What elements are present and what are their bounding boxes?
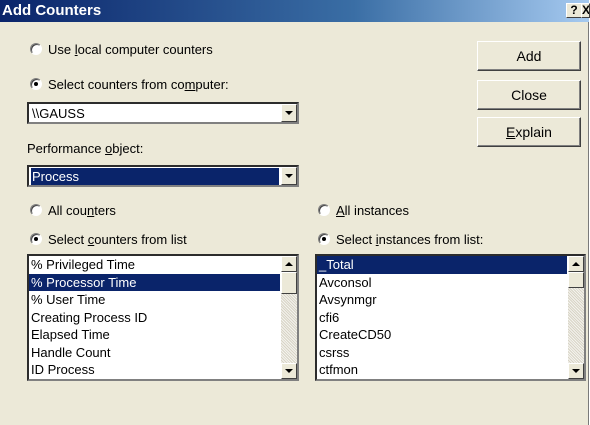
instances-list-item[interactable]: cfi6: [317, 309, 567, 327]
counters-scroll-down-button[interactable]: [281, 363, 297, 379]
performance-object-label: Performance object:: [27, 141, 144, 156]
instances-list-item[interactable]: ctfmon: [317, 361, 567, 379]
use-local-computer-option[interactable]: Use local computer counters: [30, 40, 213, 58]
counters-list-item[interactable]: % Privileged Time: [29, 256, 280, 274]
counters-list-item[interactable]: Handle Count: [29, 344, 280, 362]
select-instances-option[interactable]: Select instances from list:: [318, 230, 483, 248]
instances-list-item[interactable]: Avconsol: [317, 274, 567, 292]
title-bar: Add Counters ? X: [0, 0, 590, 22]
computer-combobox[interactable]: \\GAUSS: [27, 102, 299, 124]
counters-list-item[interactable]: Creating Process ID: [29, 309, 280, 327]
instances-scroll-up-button[interactable]: [568, 256, 584, 272]
instances-listbox[interactable]: _Total Avconsol Avsynmgr cfi6 CreateCD50 csrs…: [315, 254, 586, 381]
arrow-up-icon: [285, 262, 293, 266]
chevron-down-icon: [285, 111, 293, 115]
instances-items: _Total Avconsol Avsynmgr cfi6 CreateCD50 csrs…: [317, 256, 567, 379]
chevron-down-icon: [285, 174, 293, 178]
arrow-up-icon: [572, 262, 580, 266]
close-window-button[interactable]: X: [581, 3, 590, 18]
instances-scroll-down-button[interactable]: [568, 363, 584, 379]
counters-list-item[interactable]: % User Time: [29, 291, 280, 309]
counters-list-item[interactable]: ID Process: [29, 361, 280, 379]
all-counters-label: All counters: [48, 202, 116, 218]
arrow-down-icon: [285, 369, 293, 373]
counters-list-item[interactable]: % Processor Time: [29, 273, 280, 291]
close-button[interactable]: Close: [477, 80, 581, 110]
instances-list-item[interactable]: csrss: [317, 344, 567, 362]
local-computer-label: Use local computer counters: [48, 41, 213, 57]
performance-object-combobox[interactable]: Process: [27, 165, 299, 187]
select-counters-label: Select counters from list: [48, 231, 187, 247]
instances-list-item[interactable]: Avsynmgr: [317, 291, 567, 309]
add-button[interactable]: Add: [477, 41, 581, 71]
instances-list-item[interactable]: _Total: [317, 256, 567, 274]
instances-list-item[interactable]: CreateCD50: [317, 326, 567, 344]
arrow-down-icon: [572, 369, 580, 373]
counters-scroll-thumb[interactable]: [281, 272, 297, 294]
computer-dropdown-button[interactable]: [281, 104, 297, 122]
all-counters-radio[interactable]: [30, 204, 42, 216]
instances-scrollbar[interactable]: [568, 256, 584, 379]
performance-object-value: Process: [31, 168, 279, 185]
counters-list-item[interactable]: Elapsed Time: [29, 326, 280, 344]
instances-scroll-thumb[interactable]: [568, 272, 584, 288]
counters-scroll-up-button[interactable]: [281, 256, 297, 272]
select-from-computer-radio[interactable]: [30, 78, 42, 90]
counters-scrollbar[interactable]: [281, 256, 297, 379]
counters-listbox[interactable]: % Privileged Time% Processor Time% User …: [27, 254, 299, 381]
help-button[interactable]: ?: [566, 3, 582, 18]
all-instances-radio[interactable]: [318, 204, 330, 216]
all-instances-label: All instances: [336, 202, 409, 218]
select-instances-label: Select instances from list:: [336, 231, 484, 247]
computer-value: \\GAUSS: [32, 106, 85, 121]
select-counters-radio[interactable]: [30, 233, 42, 245]
select-from-computer-option[interactable]: Select counters from computer:: [30, 75, 229, 93]
select-instances-radio[interactable]: [318, 233, 330, 245]
local-computer-radio[interactable]: [30, 43, 42, 55]
counters-items: % Privileged Time% Processor Time% User …: [29, 256, 280, 379]
add-counters-dialog: Add Counters ? X Use local computer coun…: [0, 0, 590, 425]
performance-object-dropdown-button[interactable]: [281, 167, 297, 185]
all-counters-option[interactable]: All counters: [30, 201, 116, 219]
dialog-title: Add Counters: [2, 2, 102, 19]
select-from-computer-label: Select counters from computer:: [48, 76, 229, 92]
all-instances-option[interactable]: All instances: [318, 201, 409, 219]
select-counters-option[interactable]: Select counters from list: [30, 230, 187, 248]
explain-button[interactable]: Explain: [477, 117, 581, 147]
